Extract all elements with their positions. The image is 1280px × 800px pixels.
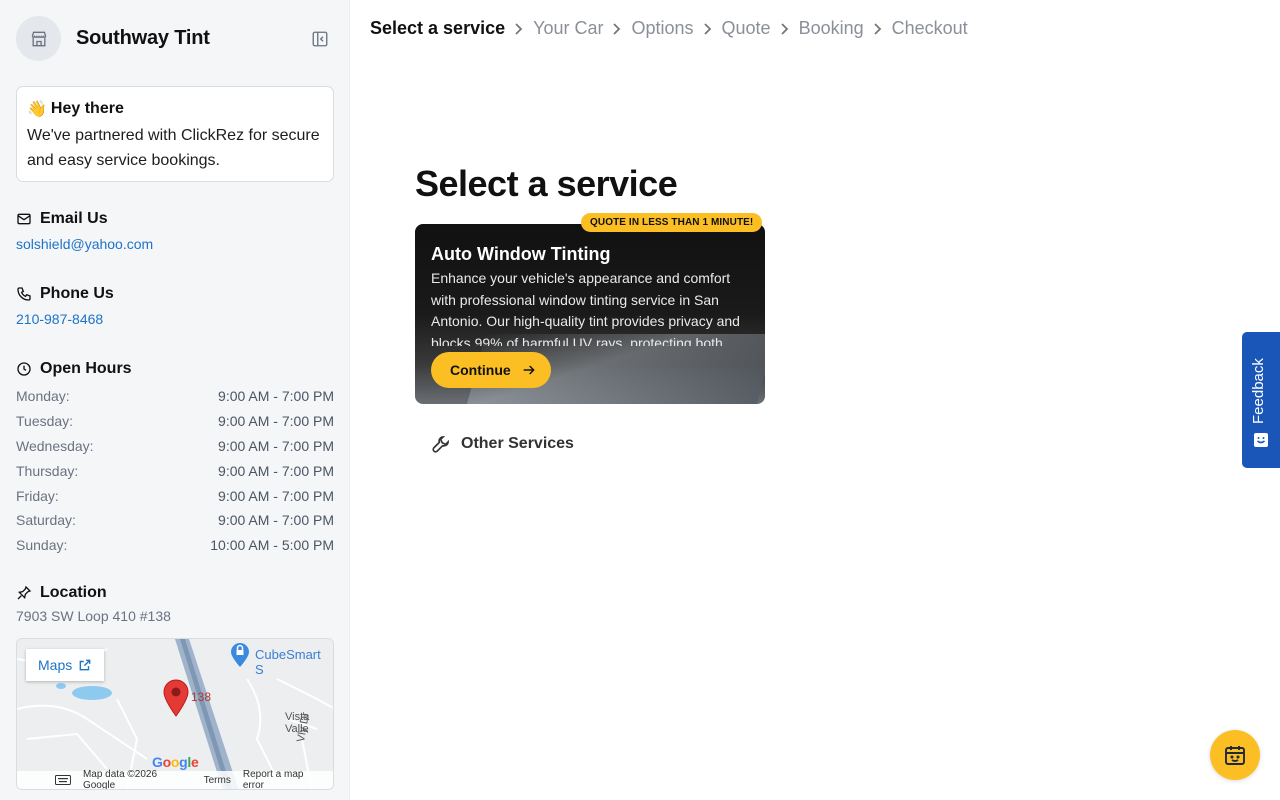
hours-row: Tuesday: 9:00 AM - 7:00 PM xyxy=(16,409,334,434)
map-data-text: Map data ©2026 Google xyxy=(82,769,158,790)
chevron-right-icon xyxy=(872,22,884,36)
email-heading: Email Us xyxy=(16,210,108,228)
breadcrumb-booking[interactable]: Booking xyxy=(799,18,864,39)
hours-row: Monday: 9:00 AM - 7:00 PM xyxy=(16,384,334,409)
wave-icon: 👋 xyxy=(27,101,47,118)
clock-icon xyxy=(17,362,31,376)
breadcrumb-select-service[interactable]: Select a service xyxy=(370,18,505,39)
greeting-text: We've partnered with ClickRez for secure… xyxy=(27,127,320,169)
hours-time: 9:00 AM - 7:00 PM xyxy=(218,388,334,405)
hours-row: Sunday: 10:00 AM - 5:00 PM xyxy=(16,533,334,558)
breadcrumb-checkout[interactable]: Checkout xyxy=(892,18,968,39)
greeting-title: 👋 Hey there xyxy=(27,99,323,119)
map-marker-label: 138 xyxy=(191,690,212,704)
breadcrumb: Select a service Your Car Options Quote … xyxy=(370,18,968,39)
open-maps-button[interactable]: Maps xyxy=(26,649,105,681)
email-heading-label: Email Us xyxy=(40,210,108,227)
hours-list: Monday: 9:00 AM - 7:00 PM Tuesday: 9:00 AM… xyxy=(16,384,334,558)
hours-heading: Open Hours xyxy=(16,360,132,378)
chevron-right-icon xyxy=(513,22,525,36)
hours-day: Thursday: xyxy=(16,462,79,479)
keyboard-icon[interactable] xyxy=(55,775,71,785)
greeting-heading: Hey there xyxy=(50,100,124,117)
other-services-label: Other Services xyxy=(461,435,574,452)
calendar-icon xyxy=(1225,746,1245,765)
map-marker-icon[interactable] xyxy=(162,679,190,717)
mail-icon xyxy=(17,213,31,225)
business-name: Southway Tint xyxy=(76,27,210,49)
feedback-icon xyxy=(1254,433,1268,447)
storage-poi-icon xyxy=(231,643,249,667)
hours-day: Saturday: xyxy=(16,512,76,529)
map-report-link[interactable]: Report a map error xyxy=(243,769,327,789)
google-logo: Google xyxy=(152,754,199,770)
address: 7903 SW Loop 410 #138 xyxy=(16,608,171,624)
sidebar: Southway Tint 👋 Hey there We've partnere… xyxy=(0,0,350,800)
breadcrumb-quote[interactable]: Quote xyxy=(722,18,771,39)
hours-time: 9:00 AM - 7:00 PM xyxy=(218,413,334,430)
hours-heading-label: Open Hours xyxy=(40,360,132,377)
phone-icon xyxy=(17,287,31,301)
brand: Southway Tint xyxy=(16,16,210,61)
location-heading: Location xyxy=(16,584,107,602)
other-services-toggle[interactable]: Other Services xyxy=(431,434,574,454)
service-card-window-tinting[interactable]: Auto Window Tinting Enhance your vehicle… xyxy=(415,224,765,404)
quote-badge: QUOTE IN LESS THAN 1 MINUTE! xyxy=(581,213,763,232)
greeting-card: 👋 Hey there We've partnered with ClickRe… xyxy=(16,86,334,182)
breadcrumb-options[interactable]: Options xyxy=(631,18,693,39)
hours-time: 9:00 AM - 7:00 PM xyxy=(218,512,334,529)
hours-time: 9:00 AM - 7:00 PM xyxy=(218,487,334,504)
service-title: Auto Window Tinting xyxy=(431,244,611,264)
page-title: Select a service xyxy=(415,163,678,204)
collapse-sidebar-icon[interactable] xyxy=(309,28,331,50)
store-icon xyxy=(16,16,61,61)
hours-day: Monday: xyxy=(16,388,70,405)
map-footer: Map data ©2026 Google Terms Report a map… xyxy=(17,769,333,790)
continue-button[interactable]: Continue xyxy=(431,352,551,388)
pin-icon xyxy=(17,585,32,600)
location-map[interactable]: 138 CubeSmart S Vista Valle Vly Dr Maps … xyxy=(16,638,334,790)
hours-time: 9:00 AM - 7:00 PM xyxy=(218,462,334,479)
hours-row: Saturday: 9:00 AM - 7:00 PM xyxy=(16,508,334,533)
feedback-tab[interactable]: Feedback xyxy=(1242,332,1280,468)
phone-link[interactable]: 210-987-8468 xyxy=(16,311,103,327)
chevron-right-icon xyxy=(702,22,714,36)
hours-day: Wednesday: xyxy=(16,437,94,454)
hours-row: Thursday: 9:00 AM - 7:00 PM xyxy=(16,458,334,483)
hours-day: Sunday: xyxy=(16,537,68,554)
map-poi-label: CubeSmart S xyxy=(255,647,321,677)
hours-row: Wednesday: 9:00 AM - 7:00 PM xyxy=(16,434,334,459)
hours-day: Friday: xyxy=(16,487,59,504)
chevron-right-icon xyxy=(779,22,791,36)
booking-calendar-button[interactable] xyxy=(1210,730,1260,780)
phone-heading: Phone Us xyxy=(16,285,114,303)
maps-button-label: Maps xyxy=(38,657,73,673)
location-heading-label: Location xyxy=(40,584,107,601)
arrow-right-icon xyxy=(523,365,535,375)
map-terms-link[interactable]: Terms xyxy=(204,775,231,786)
hours-day: Tuesday: xyxy=(16,413,74,430)
phone-heading-label: Phone Us xyxy=(40,285,114,302)
breadcrumb-your-car[interactable]: Your Car xyxy=(533,18,603,39)
hours-time: 9:00 AM - 7:00 PM xyxy=(218,437,334,454)
hours-row: Friday: 9:00 AM - 7:00 PM xyxy=(16,483,334,508)
continue-button-label: Continue xyxy=(450,362,511,378)
wrench-icon xyxy=(432,435,450,453)
email-link[interactable]: solshield@yahoo.com xyxy=(16,236,153,252)
external-link-icon xyxy=(79,659,91,671)
feedback-label: Feedback xyxy=(1250,358,1267,424)
chevron-right-icon xyxy=(611,22,623,36)
hours-time: 10:00 AM - 5:00 PM xyxy=(210,537,334,554)
service-description: Enhance your vehicle's appearance and co… xyxy=(431,270,740,346)
